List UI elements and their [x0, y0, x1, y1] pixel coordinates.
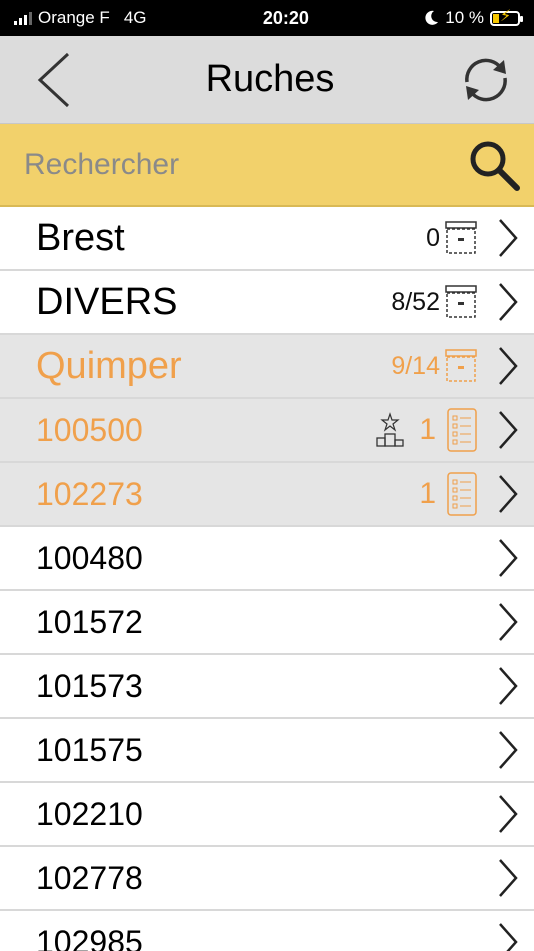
list-item-hive[interactable]: 101575: [0, 719, 534, 783]
carrier-label: Orange F: [38, 8, 110, 27]
chevron-right-icon: [492, 280, 524, 324]
status-bar: Orange F 4G 20:20 10 % ⚡: [0, 0, 534, 36]
drawer-icon: [444, 220, 478, 256]
podium-star-icon: [375, 412, 405, 448]
group-count: 0: [426, 223, 440, 252]
chevron-right-icon: [492, 408, 524, 452]
group-count: 9/14: [391, 351, 440, 380]
list-item-group[interactable]: DIVERS 8/52: [0, 271, 534, 335]
checklist-icon: [446, 407, 478, 453]
chevron-right-icon: [492, 472, 524, 516]
hive-list: Brest 0 DIVERS 8/52 Quimper 9/14 100500 …: [0, 207, 534, 951]
refresh-button[interactable]: [454, 48, 518, 112]
chevron-right-icon: [492, 920, 524, 951]
status-right: 10 % ⚡: [425, 8, 523, 28]
group-name: DIVERS: [36, 280, 178, 323]
list-item-hive[interactable]: 100500 1: [0, 399, 534, 463]
screen: Orange F 4G 20:20 10 % ⚡ Ruches Recherch…: [0, 0, 534, 951]
chevron-right-icon: [492, 600, 524, 644]
list-item-hive[interactable]: 102985: [0, 911, 534, 951]
chevron-left-icon: [37, 52, 70, 107]
search-bar: [0, 124, 534, 207]
group-name: Quimper: [36, 344, 182, 387]
hive-name: 102210: [36, 795, 143, 832]
hive-count: 1: [419, 413, 436, 446]
nav-bar: Ruches: [0, 36, 534, 124]
chevron-right-icon: [492, 664, 524, 708]
chevron-right-icon: [492, 856, 524, 900]
chevron-right-icon: [492, 536, 524, 580]
list-item-hive[interactable]: 102778: [0, 847, 534, 911]
hive-name: 100500: [36, 411, 143, 448]
search-button[interactable]: [464, 135, 524, 195]
search-input[interactable]: [22, 146, 406, 183]
battery-label: 10 %: [445, 8, 484, 27]
drawer-icon: [444, 348, 478, 384]
hive-name: 102778: [36, 859, 143, 896]
network-label: 4G: [123, 8, 147, 27]
hive-name: 102273: [36, 475, 143, 512]
list-item-group[interactable]: Brest 0: [0, 207, 534, 271]
list-item-hive[interactable]: 101573: [0, 655, 534, 719]
chevron-right-icon: [492, 728, 524, 772]
hive-name: 101573: [36, 667, 143, 704]
list-item-hive[interactable]: 100480: [0, 527, 534, 591]
drawer-icon: [444, 284, 478, 320]
chevron-right-icon: [492, 216, 524, 260]
hive-name: 100480: [36, 539, 143, 576]
status-time: 20:20: [262, 7, 309, 28]
back-button[interactable]: [22, 48, 86, 112]
list-item-hive[interactable]: 101572: [0, 591, 534, 655]
signal-icon: [14, 11, 32, 25]
hive-name: 101575: [36, 731, 143, 768]
checklist-icon: [446, 471, 478, 517]
group-name: Brest: [36, 216, 125, 259]
hive-name: 101572: [36, 603, 143, 640]
page-title: Ruches: [205, 58, 335, 100]
moon-icon: [425, 10, 439, 25]
battery-icon: ⚡: [489, 8, 523, 26]
list-item-hive[interactable]: 102273 1: [0, 463, 534, 527]
status-left: Orange F 4G: [14, 8, 147, 28]
refresh-icon: [465, 58, 507, 101]
group-count: 8/52: [391, 287, 440, 316]
chevron-right-icon: [492, 344, 524, 388]
chevron-right-icon: [492, 792, 524, 836]
hive-name: 102985: [36, 923, 143, 951]
hive-count: 1: [419, 477, 436, 510]
list-item-hive[interactable]: 102210: [0, 783, 534, 847]
search-icon: [470, 141, 520, 191]
list-item-group-selected[interactable]: Quimper 9/14: [0, 335, 534, 399]
